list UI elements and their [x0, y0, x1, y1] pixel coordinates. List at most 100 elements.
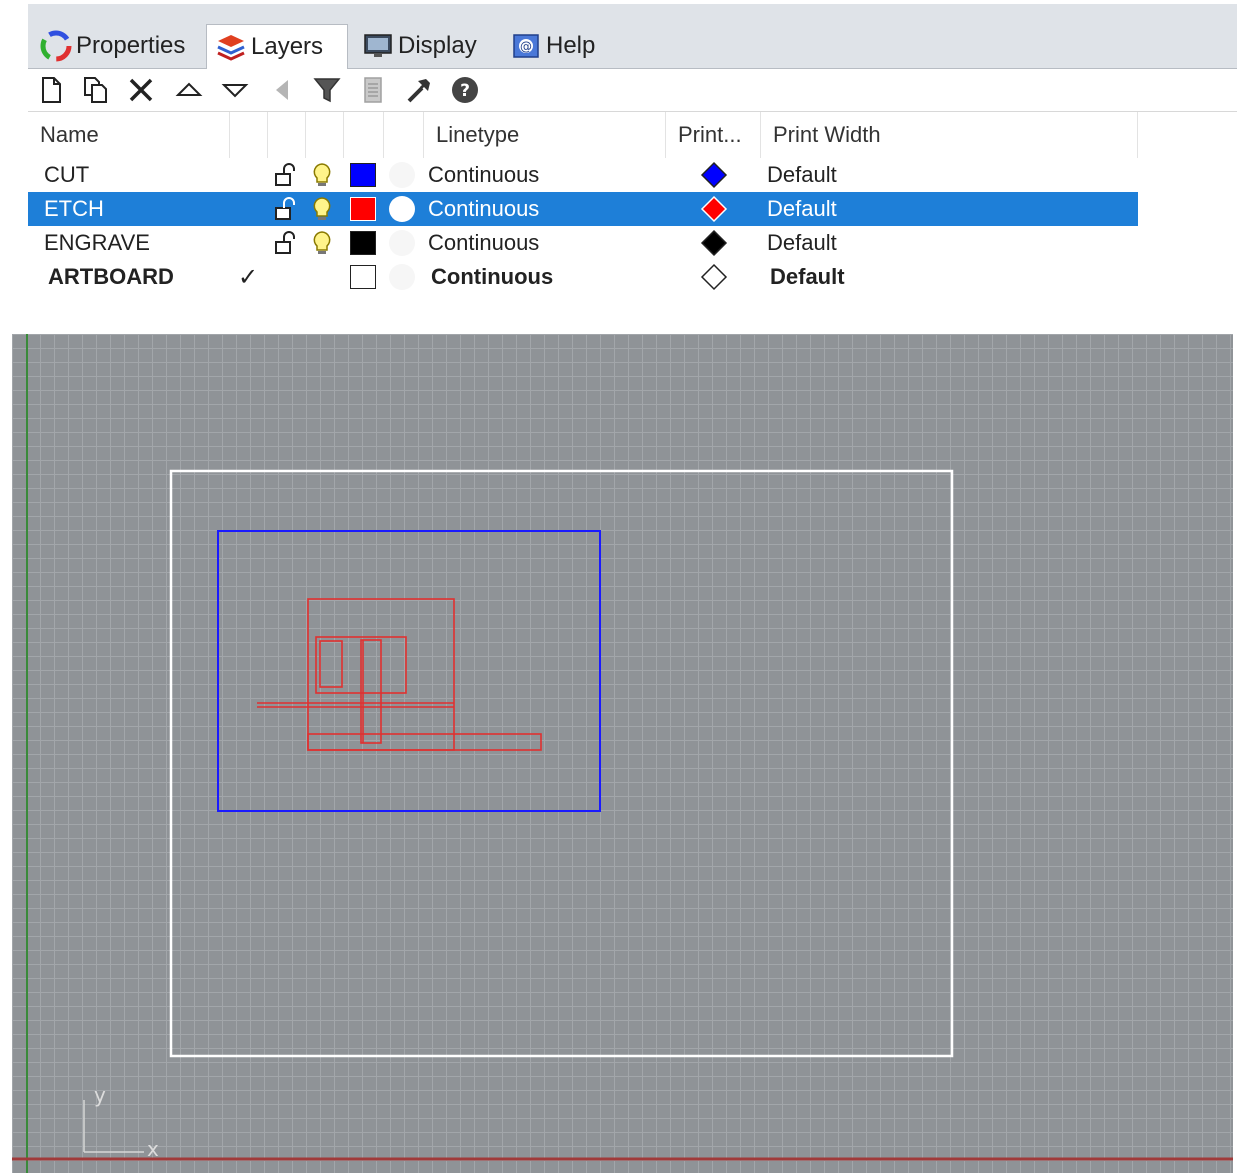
- filter-icon: [313, 78, 341, 103]
- new-sublayer-button[interactable]: [78, 73, 112, 107]
- layer-row-engrave[interactable]: ENGRAVE Continuous Default: [28, 226, 1138, 260]
- column-header-print-width[interactable]: Print Width: [761, 112, 1138, 158]
- current-layer-checkmark[interactable]: ✓: [238, 260, 258, 294]
- column-header-material[interactable]: [384, 112, 424, 158]
- new-sublayer-icon: [84, 77, 107, 103]
- ucs-axis-icon: y x: [83, 1083, 159, 1161]
- column-header-name[interactable]: Name: [28, 112, 230, 158]
- unlocked-icon: [275, 163, 295, 186]
- tab-properties[interactable]: Properties: [32, 24, 192, 68]
- svg-text:@: @: [520, 40, 532, 54]
- layer-row-etch[interactable]: ETCH Continuous Default: [28, 192, 1138, 226]
- unlocked-icon: [275, 197, 295, 220]
- move-out-button[interactable]: [264, 73, 298, 107]
- layers-icon: [217, 35, 245, 61]
- tab-display[interactable]: Display: [354, 24, 494, 68]
- print-color-swatch[interactable]: [700, 158, 728, 192]
- lightbulb-on-icon: [313, 231, 331, 254]
- print-color-diamond-icon: [700, 229, 728, 257]
- unlocked-icon: [275, 231, 295, 254]
- visibility-toggle[interactable]: [308, 192, 336, 226]
- lock-toggle[interactable]: [271, 192, 299, 226]
- move-down-icon: [221, 84, 249, 98]
- print-color-swatch[interactable]: [700, 192, 728, 226]
- column-header-lock[interactable]: [268, 112, 306, 158]
- etch-geometry[interactable]: [257, 598, 542, 751]
- top-viewport[interactable]: y x: [12, 334, 1233, 1173]
- lock-toggle[interactable]: [271, 158, 299, 192]
- layer-color-swatch[interactable]: [350, 226, 376, 260]
- lightbulb-on-icon: [313, 197, 331, 220]
- print-color-swatch[interactable]: [700, 226, 728, 260]
- print-width-value[interactable]: Default: [770, 264, 845, 290]
- material-toggle[interactable]: [389, 260, 415, 294]
- print-color-diamond-icon: [700, 195, 728, 223]
- panel-tab-bar: Properties Layers Display @ Help: [28, 4, 1237, 69]
- move-down-button[interactable]: [218, 73, 252, 107]
- linetype-value[interactable]: Continuous: [428, 162, 539, 188]
- linetype-value[interactable]: Continuous: [431, 264, 553, 290]
- help-button[interactable]: ?: [448, 73, 482, 107]
- new-layer-icon: [42, 77, 61, 103]
- column-header-color[interactable]: [344, 112, 384, 158]
- lightbulb-on-icon: [313, 163, 331, 186]
- column-header-linetype[interactable]: Linetype: [424, 112, 666, 158]
- layer-name[interactable]: ARTBOARD: [48, 264, 174, 290]
- linetype-value[interactable]: Continuous: [428, 196, 539, 222]
- layer-table-header: Name Linetype Print... Print Width: [28, 112, 1138, 158]
- linetype-value[interactable]: Continuous: [428, 230, 539, 256]
- print-width-value[interactable]: Default: [767, 162, 837, 188]
- layer-name[interactable]: ENGRAVE: [44, 230, 150, 256]
- new-layer-button[interactable]: [34, 73, 68, 107]
- filter-button[interactable]: [310, 73, 344, 107]
- lock-toggle[interactable]: [271, 226, 299, 260]
- document-icon: [364, 77, 382, 103]
- print-width-value[interactable]: Default: [767, 196, 837, 222]
- ucs-y-label: y: [94, 1083, 106, 1107]
- column-header-visible[interactable]: [306, 112, 344, 158]
- layer-row-artboard[interactable]: ARTBOARD ✓ Continuous Default: [28, 260, 1138, 294]
- tab-label: Layers: [251, 33, 324, 60]
- move-up-button[interactable]: [172, 73, 206, 107]
- material-toggle[interactable]: [389, 226, 415, 260]
- layer-color-swatch[interactable]: [350, 192, 376, 226]
- visibility-toggle[interactable]: [308, 226, 336, 260]
- print-color-swatch[interactable]: [700, 260, 728, 294]
- help-book-icon: @: [513, 34, 539, 58]
- column-header-current[interactable]: [230, 112, 268, 158]
- move-left-icon: [276, 80, 288, 100]
- delete-layer-button[interactable]: [124, 73, 158, 107]
- layer-name[interactable]: CUT: [44, 162, 89, 188]
- help-icon: ?: [452, 77, 478, 103]
- print-color-diamond-icon: [700, 263, 728, 291]
- print-color-diamond-icon: [700, 161, 728, 189]
- layer-toolbar: ?: [28, 69, 1237, 112]
- svg-text:?: ?: [460, 81, 470, 101]
- ucs-x-label: x: [147, 1137, 159, 1161]
- tab-label: Properties: [76, 32, 186, 59]
- layer-color-swatch[interactable]: [350, 158, 376, 192]
- layer-row-cut[interactable]: CUT Continuous Default: [28, 158, 1138, 192]
- tab-help[interactable]: @ Help: [502, 24, 622, 68]
- viewport-canvas[interactable]: y x: [12, 334, 1233, 1173]
- document-button[interactable]: [356, 73, 390, 107]
- tab-label: Display: [398, 32, 477, 59]
- tools-button[interactable]: [402, 73, 436, 107]
- column-header-print-color[interactable]: Print...: [666, 112, 761, 158]
- cut-rectangle[interactable]: [217, 530, 601, 812]
- material-toggle[interactable]: [389, 158, 415, 192]
- tools-icon: [407, 79, 430, 103]
- tab-layers[interactable]: Layers: [206, 24, 348, 69]
- artboard-rectangle[interactable]: [169, 469, 954, 1058]
- layers-panel: Properties Layers Display @ Help ? Name …: [28, 4, 1237, 334]
- print-width-value[interactable]: Default: [767, 230, 837, 256]
- monitor-icon: [364, 34, 392, 57]
- material-toggle[interactable]: [389, 192, 415, 226]
- delete-icon: [129, 78, 153, 102]
- layer-name[interactable]: ETCH: [44, 196, 104, 222]
- tab-label: Help: [546, 32, 596, 59]
- color-wheel-icon: [40, 30, 72, 62]
- visibility-toggle[interactable]: [308, 158, 336, 192]
- layer-color-swatch[interactable]: [350, 260, 376, 294]
- move-up-icon: [175, 82, 203, 96]
